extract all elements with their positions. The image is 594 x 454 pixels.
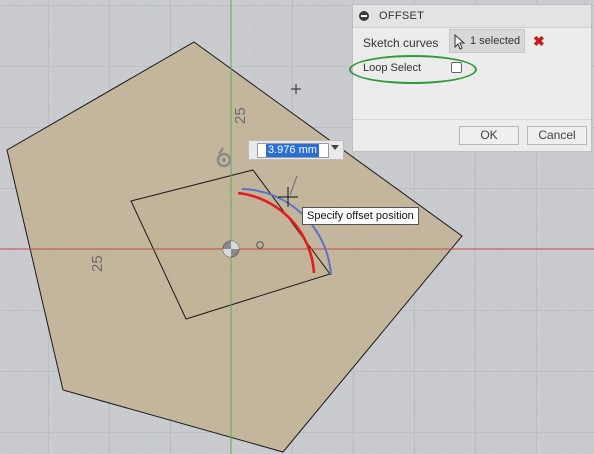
dialog-title: OFFSET <box>379 10 425 22</box>
dimension-top[interactable]: 25 <box>232 107 249 124</box>
collapse-icon[interactable] <box>359 11 369 21</box>
cursor-arrow-icon <box>454 34 466 50</box>
sketch-curves-select-button[interactable]: 1 selected <box>449 29 525 53</box>
sketch-curves-label: Sketch curves <box>363 36 439 50</box>
chevron-down-icon[interactable] <box>331 145 339 150</box>
clear-selection-icon[interactable]: ✖ <box>533 33 545 49</box>
selection-count: 1 selected <box>470 35 521 47</box>
offset-distance-input[interactable]: 3.976 mm <box>257 143 329 158</box>
highlight-annotation <box>349 55 477 84</box>
cancel-button[interactable]: Cancel <box>527 126 587 145</box>
offset-distance-value: 3.976 mm <box>266 144 319 157</box>
divider <box>353 119 591 120</box>
offset-distance-box: 3.976 mm <box>248 140 344 160</box>
dimension-left[interactable]: 25 <box>89 255 106 272</box>
offset-dialog: OFFSET Sketch curves 1 selected ✖ Loop S… <box>349 4 592 152</box>
tooltip: Specify offset position <box>302 207 419 225</box>
dialog-header: OFFSET <box>353 5 591 28</box>
ok-button[interactable]: OK <box>459 126 519 145</box>
origin-icon <box>222 240 240 258</box>
